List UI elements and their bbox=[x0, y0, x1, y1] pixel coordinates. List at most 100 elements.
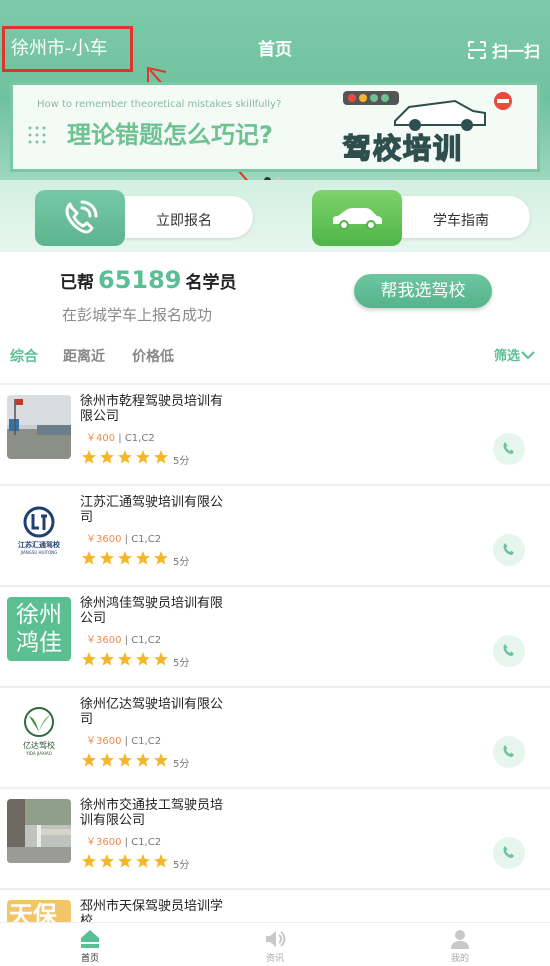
school-item[interactable]: 徐州鸿佳 徐州鸿佳驾驶员培训有限公司 ￥3600 | C1,C2 5分 bbox=[0, 587, 550, 688]
star-icon bbox=[81, 449, 99, 469]
filter-tab-comprehensive[interactable]: 综合 bbox=[10, 346, 38, 366]
logo-subtext: JIANGSU HUITONG bbox=[20, 550, 58, 555]
home-icon bbox=[81, 930, 99, 948]
star-icon bbox=[99, 853, 117, 873]
school-classes: C1,C2 bbox=[131, 635, 162, 646]
rating-score: 5分 bbox=[173, 455, 190, 467]
tab-mine[interactable]: 我的 bbox=[420, 927, 500, 964]
school-meta: ￥3600 | C1,C2 bbox=[86, 635, 162, 646]
star-icon bbox=[99, 752, 117, 772]
school-name: 徐州市乾程驾驶员培训有限公司 bbox=[80, 394, 224, 424]
chevron-down-icon bbox=[521, 350, 535, 359]
phone-icon bbox=[502, 541, 516, 560]
school-classes: C1,C2 bbox=[131, 837, 162, 848]
promo-banner[interactable]: How to remember theoretical mistakes ski… bbox=[10, 82, 540, 172]
rating-score: 5分 bbox=[173, 657, 190, 669]
tab-news-label: 资讯 bbox=[265, 954, 284, 964]
star-icon bbox=[135, 853, 153, 873]
school-price: ￥3600 bbox=[86, 534, 122, 545]
star-icon bbox=[117, 550, 135, 570]
school-item[interactable]: 亿达驾校 YIDA JIAXIAO 徐州亿达驾驶培训有限公司 ￥3600 | C… bbox=[0, 688, 550, 789]
star-icon bbox=[81, 651, 99, 671]
call-button[interactable] bbox=[493, 635, 525, 667]
rating-score: 5分 bbox=[173, 758, 190, 770]
star-icon bbox=[81, 752, 99, 772]
dot-pattern-icon bbox=[28, 126, 46, 144]
star-icon bbox=[117, 651, 135, 671]
star-icon bbox=[153, 853, 171, 873]
school-name: 徐州鸿佳驾驶员培训有限公司 bbox=[80, 596, 224, 626]
sift-label: 筛选 bbox=[493, 349, 520, 364]
school-price: ￥400 bbox=[86, 433, 116, 444]
school-item[interactable]: 徐州市交通技工驾驶员培训有限公司 ￥3600 | C1,C2 5分 bbox=[0, 789, 550, 890]
star-icon bbox=[117, 449, 135, 469]
speaker-icon bbox=[266, 931, 286, 947]
star-icon bbox=[99, 550, 117, 570]
call-button[interactable] bbox=[493, 736, 525, 768]
logo-text: 江苏汇通驾校 bbox=[18, 541, 60, 549]
banner-brand: 驾校培训 bbox=[342, 131, 464, 166]
rating-score: 5分 bbox=[173, 859, 190, 871]
logo-text: 亿达驾校 bbox=[23, 741, 55, 750]
school-thumbnail: 亿达驾校 YIDA JIAXIAO bbox=[7, 698, 71, 762]
star-icon bbox=[99, 651, 117, 671]
star-icon bbox=[153, 651, 171, 671]
school-name: 江苏汇通驾驶培训有限公司 bbox=[80, 495, 224, 525]
bottom-tab-bar: 首页 资讯 我的 bbox=[0, 922, 550, 966]
logo-subtext: YIDA JIAXIAO bbox=[26, 751, 52, 756]
school-meta: ￥3600 | C1,C2 bbox=[86, 837, 162, 848]
school-thumbnail: 徐州鸿佳 bbox=[7, 597, 71, 661]
scan-label: 扫一扫 bbox=[491, 42, 540, 61]
school-meta: ￥3600 | C1,C2 bbox=[86, 534, 162, 545]
star-icon bbox=[135, 449, 153, 469]
school-item[interactable]: 江苏汇通驾校 JIANGSU HUITONG 江苏汇通驾驶培训有限公司 ￥360… bbox=[0, 486, 550, 587]
school-thumbnail: 江苏汇通驾校 JIANGSU HUITONG bbox=[7, 496, 71, 560]
star-icon bbox=[135, 752, 153, 772]
school-meta: ￥400 | C1,C2 bbox=[86, 433, 155, 444]
school-name: 徐州亿达驾驶培训有限公司 bbox=[80, 697, 224, 727]
rating-stars: 5分 bbox=[81, 449, 189, 469]
star-icon bbox=[153, 752, 171, 772]
banner-headline: 理论错题怎么巧记? bbox=[67, 121, 273, 149]
star-icon bbox=[153, 550, 171, 570]
tab-news[interactable]: 资讯 bbox=[235, 927, 315, 964]
call-button[interactable] bbox=[493, 433, 525, 465]
call-button[interactable] bbox=[493, 534, 525, 566]
sift-button[interactable]: 筛选 bbox=[494, 345, 536, 364]
scan-icon bbox=[467, 41, 486, 59]
filter-tab-price[interactable]: 价格低 bbox=[132, 346, 174, 366]
rating-stars: 5分 bbox=[81, 550, 189, 570]
star-icon bbox=[117, 853, 135, 873]
school-price: ￥3600 bbox=[86, 736, 122, 747]
school-price: ￥3600 bbox=[86, 635, 122, 646]
city-selector[interactable]: 徐州市-小车 bbox=[2, 26, 133, 72]
guide-label: 学车指南 bbox=[433, 213, 489, 229]
phone-icon bbox=[502, 440, 516, 459]
tab-home[interactable]: 首页 bbox=[50, 927, 130, 964]
tab-mine-label: 我的 bbox=[450, 954, 469, 964]
star-icon bbox=[135, 651, 153, 671]
star-icon bbox=[135, 550, 153, 570]
school-price: ￥3600 bbox=[86, 837, 122, 848]
scan-button[interactable]: 扫一扫 bbox=[467, 26, 540, 74]
phone-icon bbox=[502, 642, 516, 661]
phone-icon bbox=[502, 844, 516, 863]
rating-stars: 5分 bbox=[81, 853, 189, 873]
star-icon bbox=[153, 449, 171, 469]
filter-tab-distance[interactable]: 距离近 bbox=[63, 346, 105, 366]
stats-count: 65189 bbox=[98, 266, 182, 294]
stats-prefix: 已帮 bbox=[60, 273, 94, 293]
school-item[interactable]: 徐州市乾程驾驶员培训有限公司 ￥400 | C1,C2 5分 bbox=[0, 385, 550, 486]
logo-text: 徐州鸿佳 bbox=[16, 602, 62, 656]
call-button[interactable] bbox=[493, 837, 525, 869]
school-classes: C1,C2 bbox=[131, 736, 162, 747]
star-icon bbox=[81, 550, 99, 570]
user-icon bbox=[451, 930, 469, 949]
status-bar bbox=[0, 0, 550, 14]
rating-stars: 5分 bbox=[81, 752, 189, 772]
help-choose-button[interactable]: 帮我选驾校 bbox=[354, 274, 492, 308]
tab-home-label: 首页 bbox=[80, 954, 99, 964]
filter-bar: 综合 距离近 价格低 筛选 bbox=[0, 338, 550, 376]
banner-english-text: How to remember theoretical mistakes ski… bbox=[37, 99, 282, 110]
school-list: 徐州市乾程驾驶员培训有限公司 ￥400 | C1,C2 5分 江苏汇通驾校 JI… bbox=[0, 385, 550, 966]
